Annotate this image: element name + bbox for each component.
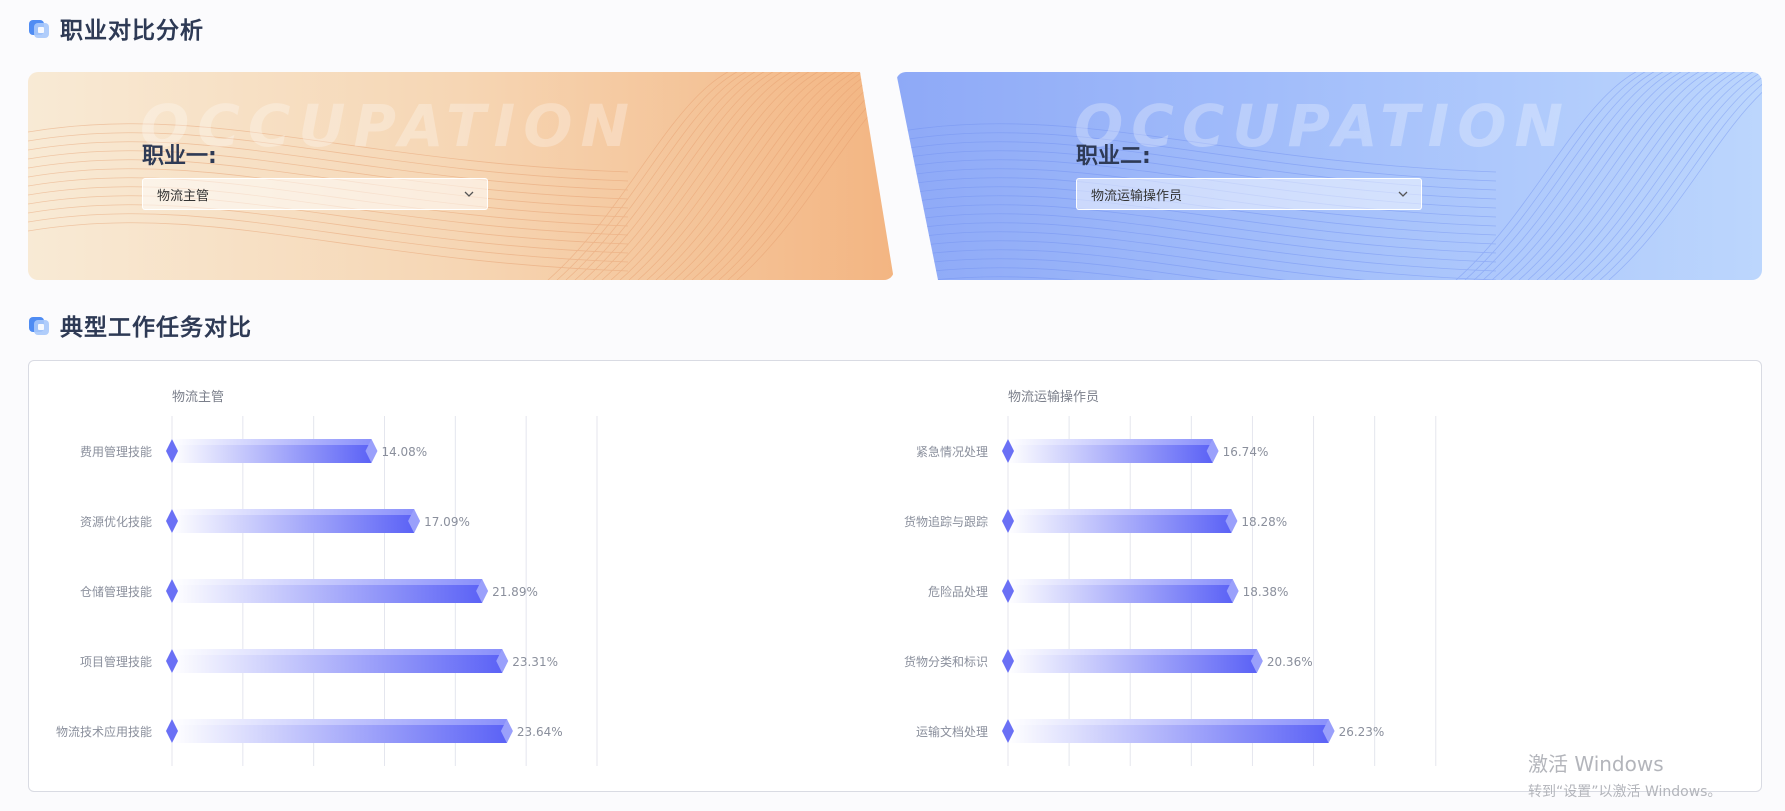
cube-icon bbox=[28, 17, 50, 39]
section-title-text: 职业对比分析 bbox=[60, 18, 204, 44]
occupation-one-select[interactable]: 物流主管 bbox=[142, 178, 488, 210]
bar bbox=[1008, 585, 1233, 603]
cube-icon bbox=[28, 314, 50, 336]
bar-top-face bbox=[172, 439, 372, 445]
value-label: 20.36% bbox=[1267, 655, 1313, 669]
bar bbox=[172, 725, 507, 743]
chevron-down-icon bbox=[1398, 191, 1408, 197]
watermark-line-2: 转到“设置”以激活 Windows。 bbox=[1528, 784, 1722, 800]
occupation-one-label: 职业一: bbox=[142, 144, 217, 169]
section-title-occupation: 职业对比分析 bbox=[28, 12, 204, 44]
section-title-text: 典型工作任务对比 bbox=[60, 315, 252, 341]
value-label: 14.08% bbox=[381, 445, 427, 459]
bar-top-face bbox=[172, 649, 503, 655]
bar bbox=[172, 445, 372, 463]
category-label: 项目管理技能 bbox=[80, 654, 152, 669]
bar bbox=[1008, 515, 1232, 533]
value-label: 21.89% bbox=[492, 585, 538, 599]
windows-activation-watermark: 激活 Windows 转到“设置”以激活 Windows。 bbox=[1528, 748, 1721, 801]
bar bbox=[1008, 725, 1329, 743]
chevron-down-icon bbox=[464, 191, 474, 197]
chart-title: 物流运输操作员 bbox=[1008, 389, 1099, 405]
category-label: 紧急情况处理 bbox=[916, 444, 988, 459]
bar bbox=[1008, 655, 1257, 673]
chart-title: 物流主管 bbox=[172, 390, 224, 405]
category-label: 资源优化技能 bbox=[80, 515, 152, 529]
bar-top-face bbox=[172, 719, 507, 725]
occupation-card-two: OCCUPATION 职业二: 物流运输操作员 bbox=[896, 72, 1762, 280]
category-label: 货物追踪与跟踪 bbox=[904, 514, 988, 529]
bar-top-face bbox=[172, 579, 483, 585]
category-label: 费用管理技能 bbox=[80, 444, 152, 459]
value-label: 23.31% bbox=[512, 655, 558, 669]
value-label: 18.38% bbox=[1243, 585, 1289, 599]
bar-top-face bbox=[172, 509, 415, 515]
bar bbox=[172, 655, 503, 673]
occupation-one-value: 物流主管 bbox=[157, 188, 210, 204]
category-label: 仓储管理技能 bbox=[80, 584, 152, 599]
category-label: 货物分类和标识 bbox=[904, 654, 988, 669]
value-label: 18.28% bbox=[1241, 515, 1287, 529]
section-title-tasks: 典型工作任务对比 bbox=[28, 309, 252, 341]
value-label: 16.74% bbox=[1223, 445, 1269, 459]
bar bbox=[172, 515, 415, 533]
value-label: 17.09% bbox=[424, 515, 470, 529]
bar-top-face bbox=[1008, 439, 1213, 445]
bar-top-face bbox=[1008, 579, 1233, 585]
task-comparison-charts: 物流主管费用管理技能 14.08% 资源优化技能 17.09% 仓储管理技能 21.89%… bbox=[56, 389, 1437, 766]
bar-top-face bbox=[1008, 719, 1329, 725]
bar-top-face bbox=[1008, 649, 1257, 655]
occupation-two-value: 物流运输操作员 bbox=[1091, 188, 1183, 204]
category-label: 危险品处理 bbox=[928, 584, 988, 599]
occupation-card-one: OCCUPATION 职业一: 物流主管 bbox=[28, 72, 894, 280]
bar-top-face bbox=[1008, 509, 1232, 515]
task-comparison-panel: 物流主管费用管理技能 14.08% 资源优化技能 17.09% 仓储管理技能 21.89%… bbox=[28, 360, 1762, 792]
value-label: 26.23% bbox=[1339, 725, 1385, 739]
category-label: 运输文档处理 bbox=[916, 724, 988, 739]
watermark-line-1: 激活 Windows bbox=[1528, 752, 1664, 776]
bar bbox=[1008, 445, 1213, 463]
bar bbox=[172, 585, 483, 603]
value-label: 23.64% bbox=[517, 725, 563, 739]
occupation-two-select[interactable]: 物流运输操作员 bbox=[1076, 178, 1422, 210]
category-label: 物流技术应用技能 bbox=[56, 724, 152, 739]
occupation-two-label: 职业二: bbox=[1076, 144, 1151, 169]
